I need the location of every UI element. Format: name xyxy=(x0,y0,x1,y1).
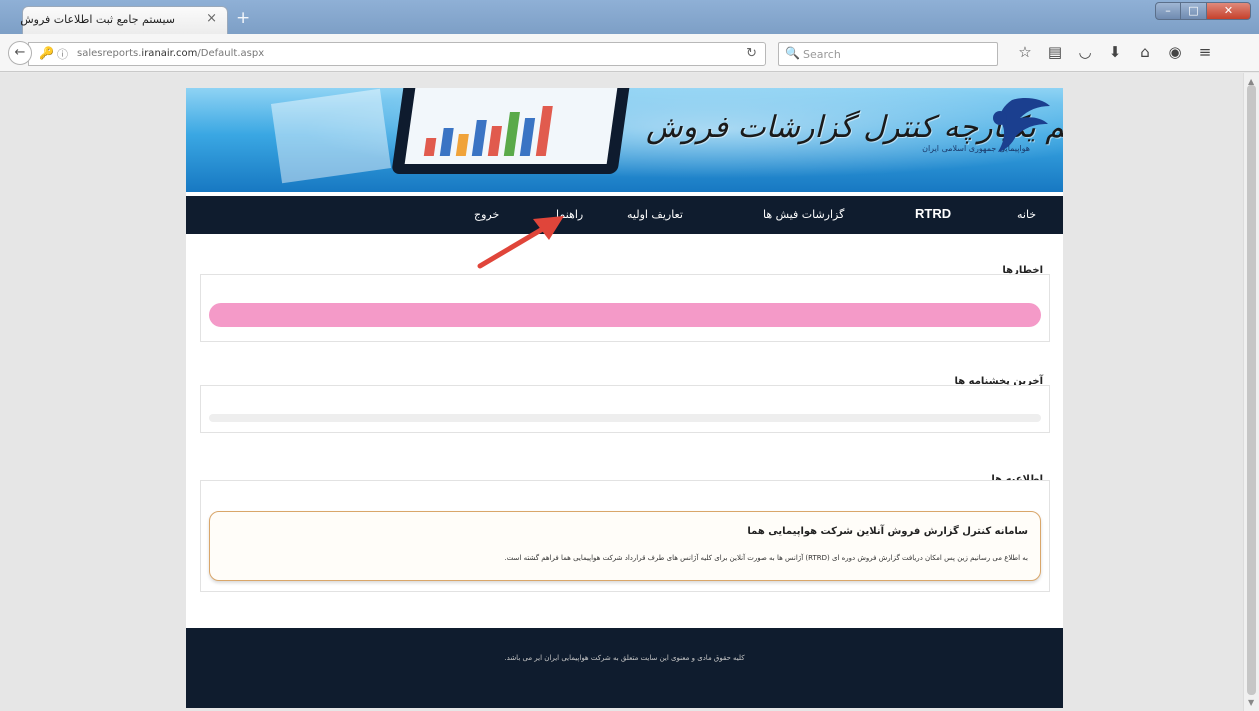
search-placeholder: Search xyxy=(803,48,841,61)
search-input[interactable]: 🔍 Search xyxy=(778,42,998,66)
star-icon[interactable]: ☆ xyxy=(1010,43,1040,61)
home-icon[interactable]: ⌂ xyxy=(1130,43,1160,61)
new-tab-button[interactable]: + xyxy=(236,8,250,28)
key-icon: 🔑 xyxy=(39,46,54,60)
announcement-card: سامانه کنترل گزارش فروش آنلاین شرکت هواپ… xyxy=(209,511,1041,581)
menu-icon[interactable]: ≡ xyxy=(1190,43,1220,61)
announcements-panel: سامانه کنترل گزارش فروش آنلاین شرکت هواپ… xyxy=(200,480,1050,592)
logo-text: هواپیمایی جمهوری اسلامی ایران xyxy=(922,144,1030,153)
alerts-bar xyxy=(209,303,1041,327)
scroll-down-icon[interactable]: ▼ xyxy=(1248,698,1254,707)
tab-close-icon[interactable]: × xyxy=(206,11,217,26)
menu-item-logout[interactable]: خروج xyxy=(474,208,499,221)
close-window-button[interactable]: ✕ xyxy=(1207,2,1251,20)
menu-item-reports[interactable]: گزارشات فیش ها xyxy=(763,208,844,221)
back-button[interactable]: ← xyxy=(8,41,32,65)
vertical-scrollbar[interactable]: ▲ ▼ xyxy=(1243,73,1259,711)
menu-item-help[interactable]: راهنما xyxy=(556,208,583,221)
announcement-title: سامانه کنترل گزارش فروش آنلاین شرکت هواپ… xyxy=(747,526,1028,537)
sync-icon[interactable]: ◉ xyxy=(1160,43,1190,61)
info-icon[interactable]: ⓘ xyxy=(57,46,68,62)
footer-text: کلیه حقوق مادی و معنوی این سایت متعلق به… xyxy=(504,654,745,662)
web-page: سیستم یکپارچه کنترل گزارشات فروش هواپیما… xyxy=(186,88,1063,708)
download-icon[interactable]: ⬇ xyxy=(1100,43,1130,61)
main-menu: خانه RTRD گزارشات فیش ها تعاریف اولیه را… xyxy=(186,196,1063,234)
browser-tab[interactable]: سیستم جامع ثبت اطلاعات فروش × xyxy=(20,6,228,34)
scrollbar-thumb[interactable] xyxy=(1247,85,1256,695)
header-banner: سیستم یکپارچه کنترل گزارشات فروش هواپیما… xyxy=(186,88,1063,192)
maximize-button[interactable]: □ xyxy=(1181,2,1207,20)
pocket-icon[interactable]: ◡ xyxy=(1070,43,1100,61)
banner-monitor-image xyxy=(391,88,631,174)
alerts-panel xyxy=(200,274,1050,342)
reload-icon[interactable]: ↻ xyxy=(746,46,757,61)
tab-title: سیستم جامع ثبت اطلاعات فروش xyxy=(20,13,175,26)
url-text[interactable]: salesreports.iranair.com/Default.aspx xyxy=(77,48,264,59)
menu-item-rtrd[interactable]: RTRD xyxy=(915,206,951,221)
browser-navbar: 🔑 ⓘ salesreports.iranair.com/Default.asp… xyxy=(0,34,1259,72)
messages-panel xyxy=(200,385,1050,433)
reading-list-icon[interactable]: ▤ xyxy=(1040,43,1070,61)
browser-titlebar: سیستم جامع ثبت اطلاعات فروش × + – □ ✕ xyxy=(0,0,1259,34)
menu-item-definitions[interactable]: تعاریف اولیه xyxy=(627,208,683,221)
page-footer: کلیه حقوق مادی و معنوی این سایت متعلق به… xyxy=(186,628,1063,708)
homa-logo-icon xyxy=(993,98,1050,152)
toolbar-icons: ☆ ▤ ◡ ⬇ ⌂ ◉ ≡ xyxy=(1010,43,1220,61)
window-controls: – □ ✕ xyxy=(1155,2,1251,20)
messages-bar xyxy=(209,414,1041,422)
search-icon: 🔍 xyxy=(785,46,800,60)
announcement-body: به اطلاع می رسانیم زین پس امکان دریافت گ… xyxy=(504,554,1028,562)
minimize-button[interactable]: – xyxy=(1155,2,1181,20)
menu-item-home[interactable]: خانه xyxy=(1017,208,1036,221)
banner-paper-image xyxy=(270,88,392,184)
address-bar[interactable]: 🔑 ⓘ salesreports.iranair.com/Default.asp… xyxy=(28,42,766,66)
